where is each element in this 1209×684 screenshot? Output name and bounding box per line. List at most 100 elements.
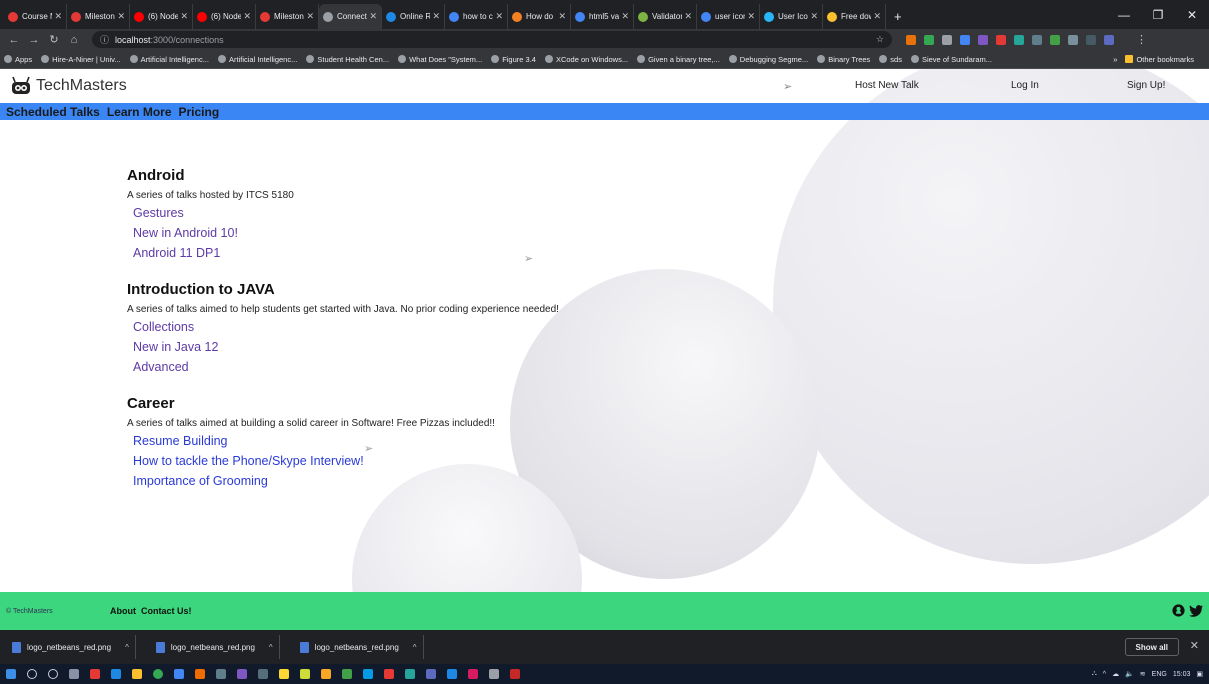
other-bookmarks[interactable]: Other bookmarks — [1125, 55, 1194, 64]
signup-link[interactable]: Sign Up! — [1127, 80, 1165, 91]
forward-icon[interactable]: → — [26, 34, 42, 46]
app-icon[interactable] — [111, 669, 121, 679]
nav-pricing[interactable]: Pricing — [179, 105, 220, 119]
address-bar[interactable]: ⓘ localhost:3000/connections ☆ — [92, 31, 892, 48]
app-icon[interactable] — [174, 669, 184, 679]
browser-tab[interactable]: user icon ✕ — [697, 4, 760, 29]
browser-tab[interactable]: Milestone✕ — [67, 4, 130, 29]
app-icon[interactable] — [405, 669, 415, 679]
extension-icon[interactable] — [1032, 34, 1042, 45]
bookmark-item[interactable]: Given a binary tree,... — [637, 55, 720, 64]
browser-tab[interactable]: (6) Node. ✕ — [130, 4, 193, 29]
tab-close-icon[interactable]: ✕ — [621, 11, 629, 22]
task-view-icon[interactable] — [69, 669, 79, 679]
bookmarks-overflow[interactable]: » — [1113, 55, 1117, 64]
cortana-icon[interactable] — [48, 669, 58, 679]
site-logo[interactable]: TechMasters — [10, 76, 127, 96]
footer-contact-link[interactable]: Contact Us! — [141, 606, 192, 616]
bookmark-item[interactable]: Artificial Intelligenc... — [129, 55, 209, 64]
app-icon[interactable] — [384, 669, 394, 679]
extension-icon[interactable] — [924, 34, 934, 45]
bookmark-item[interactable]: What Does "System... — [398, 55, 482, 64]
new-tab-button[interactable]: + — [886, 9, 910, 29]
reload-icon[interactable]: ↻ — [46, 33, 62, 46]
talk-link[interactable]: Collections — [133, 320, 559, 335]
tab-close-icon[interactable]: ✕ — [243, 11, 251, 22]
show-all-button[interactable]: Show all — [1124, 638, 1179, 656]
bookmark-item[interactable]: Hire-A-Niner | Univ... — [41, 55, 121, 64]
notifications-icon[interactable]: ▣ — [1196, 670, 1203, 678]
app-icon[interactable] — [426, 669, 436, 679]
app-icon[interactable] — [258, 669, 268, 679]
tab-close-icon[interactable]: ✕ — [369, 11, 377, 22]
footer-about-link[interactable]: About — [110, 606, 136, 616]
maximize-icon[interactable]: ❐ — [1141, 8, 1175, 22]
people-icon[interactable]: ⛬ — [1092, 670, 1097, 678]
app-icon[interactable] — [132, 669, 142, 679]
close-window-icon[interactable]: ✕ — [1175, 8, 1209, 22]
app-icon[interactable] — [321, 669, 331, 679]
app-icon[interactable] — [447, 669, 457, 679]
talk-link[interactable]: New in Java 12 — [133, 340, 559, 355]
login-link[interactable]: Log In — [1011, 80, 1039, 91]
tab-close-icon[interactable]: ✕ — [873, 11, 881, 22]
extension-icon[interactable] — [960, 34, 970, 45]
tab-close-icon[interactable]: ✕ — [747, 11, 755, 22]
download-item[interactable]: logo_netbeans_red.png ^ — [150, 635, 280, 659]
bookmark-item[interactable]: Apps — [4, 55, 32, 64]
bookmark-item[interactable]: Artificial Intelligenc... — [217, 55, 297, 64]
back-icon[interactable]: ← — [6, 34, 22, 46]
tab-close-icon[interactable]: ✕ — [54, 11, 62, 22]
app-icon[interactable] — [363, 669, 373, 679]
vscode-icon[interactable] — [237, 669, 247, 679]
chevron-up-icon[interactable]: ^ — [1103, 671, 1106, 678]
app-icon[interactable] — [90, 669, 100, 679]
menu-kebab-icon[interactable]: ⋮ — [1136, 33, 1147, 46]
tab-close-icon[interactable]: ✕ — [684, 11, 692, 22]
browser-tab[interactable]: Course M✕ — [4, 4, 67, 29]
volume-icon[interactable]: 🔈 — [1125, 670, 1134, 678]
download-item[interactable]: logo_netbeans_red.png ^ — [294, 635, 424, 659]
talk-link[interactable]: New in Android 10! — [133, 226, 559, 241]
home-icon[interactable]: ⌂ — [66, 34, 82, 46]
talk-link[interactable]: How to tackle the Phone/Skype Interview! — [133, 454, 559, 469]
browser-tab[interactable]: Free down✕ — [823, 4, 886, 29]
bookmark-item[interactable]: Debugging Segme... — [728, 55, 808, 64]
talk-link[interactable]: Gestures — [133, 206, 559, 221]
bookmark-item[interactable]: sds — [879, 55, 902, 64]
browser-tab[interactable]: how to ce✕ — [445, 4, 508, 29]
nav-learn-more[interactable]: Learn More — [107, 105, 172, 119]
tab-close-icon[interactable]: ✕ — [306, 11, 314, 22]
bookmark-item[interactable]: XCode on Windows... — [544, 55, 628, 64]
language-indicator[interactable]: ENG — [1152, 671, 1167, 678]
site-info-icon[interactable]: ⓘ — [100, 33, 109, 46]
tab-close-icon[interactable]: ✕ — [180, 11, 188, 22]
extension-icon[interactable] — [906, 34, 916, 45]
chevron-up-icon[interactable]: ^ — [269, 643, 273, 652]
extension-icon[interactable] — [1050, 34, 1060, 45]
chevron-up-icon[interactable]: ^ — [413, 643, 417, 652]
browser-tab[interactable]: Online Re✕ — [382, 4, 445, 29]
github-icon[interactable] — [1172, 604, 1185, 617]
minimize-icon[interactable]: — — [1107, 8, 1141, 22]
app-icon[interactable] — [489, 669, 499, 679]
bookmark-item[interactable]: Binary Trees — [817, 55, 870, 64]
chrome-icon[interactable] — [153, 669, 163, 679]
chevron-up-icon[interactable]: ^ — [125, 643, 129, 652]
app-icon[interactable] — [468, 669, 478, 679]
extension-icon[interactable] — [996, 34, 1006, 45]
talk-link[interactable]: Importance of Grooming — [133, 474, 559, 489]
close-icon[interactable]: ✕ — [1190, 639, 1199, 652]
tab-close-icon[interactable]: ✕ — [432, 11, 440, 22]
app-icon[interactable] — [342, 669, 352, 679]
bookmark-item[interactable]: Figure 3.4 — [491, 55, 536, 64]
bookmark-star-icon[interactable]: ☆ — [876, 34, 884, 45]
twitter-icon[interactable] — [1189, 604, 1203, 617]
nav-scheduled-talks[interactable]: Scheduled Talks — [6, 105, 100, 119]
talk-link[interactable]: Android 11 DP1 — [133, 246, 559, 261]
browser-tab[interactable]: Validator. ✕ — [634, 4, 697, 29]
download-item[interactable]: logo_netbeans_red.png ^ — [6, 635, 136, 659]
extension-icon[interactable] — [942, 34, 952, 45]
app-icon[interactable] — [510, 669, 520, 679]
app-icon[interactable] — [300, 669, 310, 679]
